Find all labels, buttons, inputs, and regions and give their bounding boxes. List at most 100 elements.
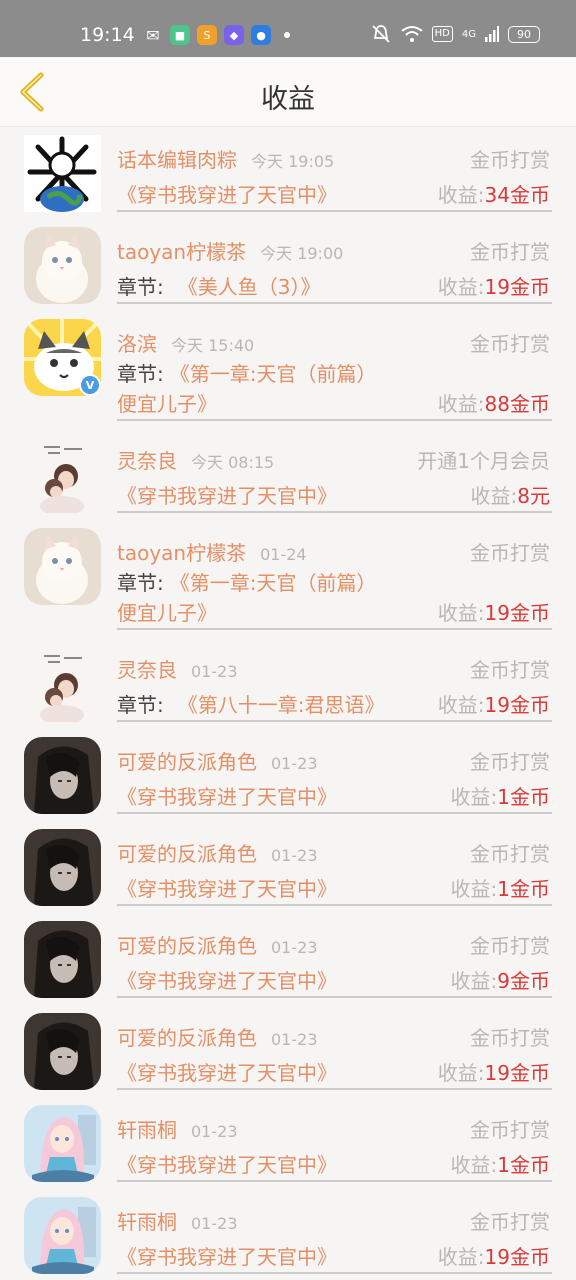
user-name: 灵奈良 今天 08:15 <box>117 449 275 473</box>
record-time: 今天 19:05 <box>251 152 335 171</box>
income-record[interactable]: 可爱的反派角色 01-23 金币打赏 《穿书我穿进了天官中》 收益:1金币 <box>0 730 576 822</box>
book-title: 《穿书我穿进了天官中》 <box>117 969 337 993</box>
user-name: 灵奈良 01-23 <box>117 658 238 682</box>
record-type: 金币打赏 <box>470 332 550 356</box>
book-title: 《第一章:天官（前篇） <box>169 362 377 386</box>
record-time: 01-23 <box>191 662 238 681</box>
income-record[interactable]: 可爱的反派角色 01-23 金币打赏 《穿书我穿进了天官中》 收益:19金币 <box>0 1006 576 1098</box>
network-type: 4G <box>461 28 476 40</box>
income-record[interactable]: 可爱的反派角色 01-23 金币打赏 《穿书我穿进了天官中》 收益:1金币 <box>0 822 576 914</box>
record-type: 金币打赏 <box>470 750 550 774</box>
row-divider <box>117 996 552 998</box>
battery-indicator: 90 <box>508 25 540 43</box>
header-bar: 收益 <box>0 57 576 127</box>
income-record[interactable]: 轩雨桐 01-23 金币打赏 《穿书我穿进了天官中》 收益:1金币 <box>0 1098 576 1190</box>
income-amount: 收益:19金币 <box>437 275 550 299</box>
user-name: 可爱的反派角色 01-23 <box>117 842 318 866</box>
income-amount: 收益:19金币 <box>437 1061 550 1085</box>
signal-icon <box>485 26 499 42</box>
income-record[interactable]: V 洛滨 今天 15:40 金币打赏 章节: 《第一章:天官（前篇） 便宜儿子》 收… <box>0 312 576 429</box>
income-record[interactable]: taoyan柠檬茶 今天 19:00 金币打赏 章节: 《美人鱼（3）》 收益:19… <box>0 220 576 312</box>
user-name: 洛滨 今天 15:40 <box>117 332 255 356</box>
avatar[interactable] <box>24 1105 101 1182</box>
income-amount: 收益:1金币 <box>450 785 550 809</box>
record-time: 01-23 <box>191 1122 238 1141</box>
record-type: 金币打赏 <box>470 842 550 866</box>
income-amount: 收益:9金币 <box>450 969 550 993</box>
avatar[interactable] <box>24 1197 101 1274</box>
record-type: 金币打赏 <box>470 1026 550 1050</box>
row-divider <box>117 1272 552 1274</box>
record-time: 01-23 <box>271 754 318 773</box>
book-info-continued: 便宜儿子》 <box>117 601 217 625</box>
avatar[interactable] <box>24 227 101 304</box>
avatar[interactable] <box>24 135 101 212</box>
book-title: 《穿书我穿进了天官中》 <box>117 785 337 809</box>
record-time: 01-23 <box>191 1214 238 1233</box>
income-amount: 收益:19金币 <box>437 601 550 625</box>
status-time: 19:14 <box>80 24 135 46</box>
income-list[interactable]: 话本编辑肉粽 今天 19:05 金币打赏 《穿书我穿进了天官中》 收益:34金币 … <box>0 128 576 1280</box>
book-info: 《穿书我穿进了天官中》 <box>117 873 337 902</box>
income-record[interactable]: 灵奈良 今天 08:15 开通1个月会员 《穿书我穿进了天官中》 收益:8元 <box>0 429 576 521</box>
book-info: 《穿书我穿进了天官中》 <box>117 965 337 994</box>
status-bar: 19:14 ✉ ■ S ◆ ● HD 4G 90 <box>0 0 576 57</box>
row-divider <box>117 419 552 421</box>
mute-icon <box>372 25 390 43</box>
book-title: 《穿书我穿进了天官中》 <box>117 1061 337 1085</box>
avatar[interactable] <box>24 645 101 722</box>
user-name: taoyan柠檬茶 01-24 <box>117 541 307 565</box>
browser-app-icon: ● <box>251 25 271 45</box>
book-info-continued: 便宜儿子》 <box>117 392 217 416</box>
hd-badge: HD <box>431 26 453 42</box>
record-type: 开通1个月会员 <box>417 449 550 473</box>
book-title: 《穿书我穿进了天官中》 <box>117 877 337 901</box>
more-notifications-dot <box>284 32 290 38</box>
record-type: 金币打赏 <box>470 658 550 682</box>
coin-app-icon: S <box>197 25 217 45</box>
book-title: 《穿书我穿进了天官中》 <box>117 183 337 207</box>
row-divider <box>117 210 552 212</box>
user-name: 可爱的反派角色 01-23 <box>117 750 318 774</box>
book-info: 《穿书我穿进了天官中》 <box>117 179 337 208</box>
record-time: 01-23 <box>271 938 318 957</box>
income-amount: 收益:1金币 <box>450 1153 550 1177</box>
record-time: 今天 19:00 <box>260 244 344 263</box>
record-type: 金币打赏 <box>470 240 550 264</box>
income-record[interactable]: 灵奈良 01-23 金币打赏 章节: 《第八十一章:君思语》 收益:19金币 <box>0 638 576 730</box>
user-name: 可爱的反派角色 01-23 <box>117 934 318 958</box>
income-record[interactable]: 轩雨桐 01-23 金币打赏 《穿书我穿进了天官中》 收益:19金币 <box>0 1190 576 1280</box>
record-type: 金币打赏 <box>470 934 550 958</box>
record-time: 今天 15:40 <box>171 336 255 355</box>
avatar[interactable] <box>24 737 101 814</box>
income-amount: 收益:19金币 <box>437 693 550 717</box>
user-name: 轩雨桐 01-23 <box>117 1118 238 1142</box>
row-divider <box>117 302 552 304</box>
book-info: 《穿书我穿进了天官中》 <box>117 1057 337 1086</box>
row-divider <box>117 511 552 513</box>
record-time: 01-23 <box>271 1030 318 1049</box>
book-info: 章节: 《第八十一章:君思语》 <box>117 693 385 717</box>
income-record[interactable]: taoyan柠檬茶 01-24 金币打赏 章节: 《第一章:天官（前篇） 便宜儿子》… <box>0 521 576 638</box>
user-name: 话本编辑肉粽 今天 19:05 <box>117 148 335 172</box>
avatar[interactable] <box>24 829 101 906</box>
income-record[interactable]: 可爱的反派角色 01-23 金币打赏 《穿书我穿进了天官中》 收益:9金币 <box>0 914 576 1006</box>
avatar[interactable] <box>24 921 101 998</box>
avatar[interactable] <box>24 1013 101 1090</box>
record-type: 金币打赏 <box>470 1118 550 1142</box>
gallery-app-icon: ◆ <box>224 25 244 45</box>
row-divider <box>117 904 552 906</box>
book-info: 《穿书我穿进了天官中》 <box>117 1149 337 1178</box>
income-amount: 收益:19金币 <box>437 1245 550 1269</box>
row-divider <box>117 628 552 630</box>
record-time: 01-24 <box>260 545 307 564</box>
wifi-icon <box>401 26 423 42</box>
book-info: 《穿书我穿进了天官中》 <box>117 480 337 509</box>
income-record[interactable]: 话本编辑肉粽 今天 19:05 金币打赏 《穿书我穿进了天官中》 收益:34金币 <box>0 128 576 220</box>
avatar[interactable] <box>24 436 101 513</box>
income-amount: 收益:34金币 <box>437 183 550 207</box>
system-indicators: HD 4G 90 <box>370 24 540 44</box>
wechat-icon: ✉ <box>146 25 160 45</box>
avatar[interactable] <box>24 528 101 605</box>
user-name: 可爱的反派角色 01-23 <box>117 1026 318 1050</box>
